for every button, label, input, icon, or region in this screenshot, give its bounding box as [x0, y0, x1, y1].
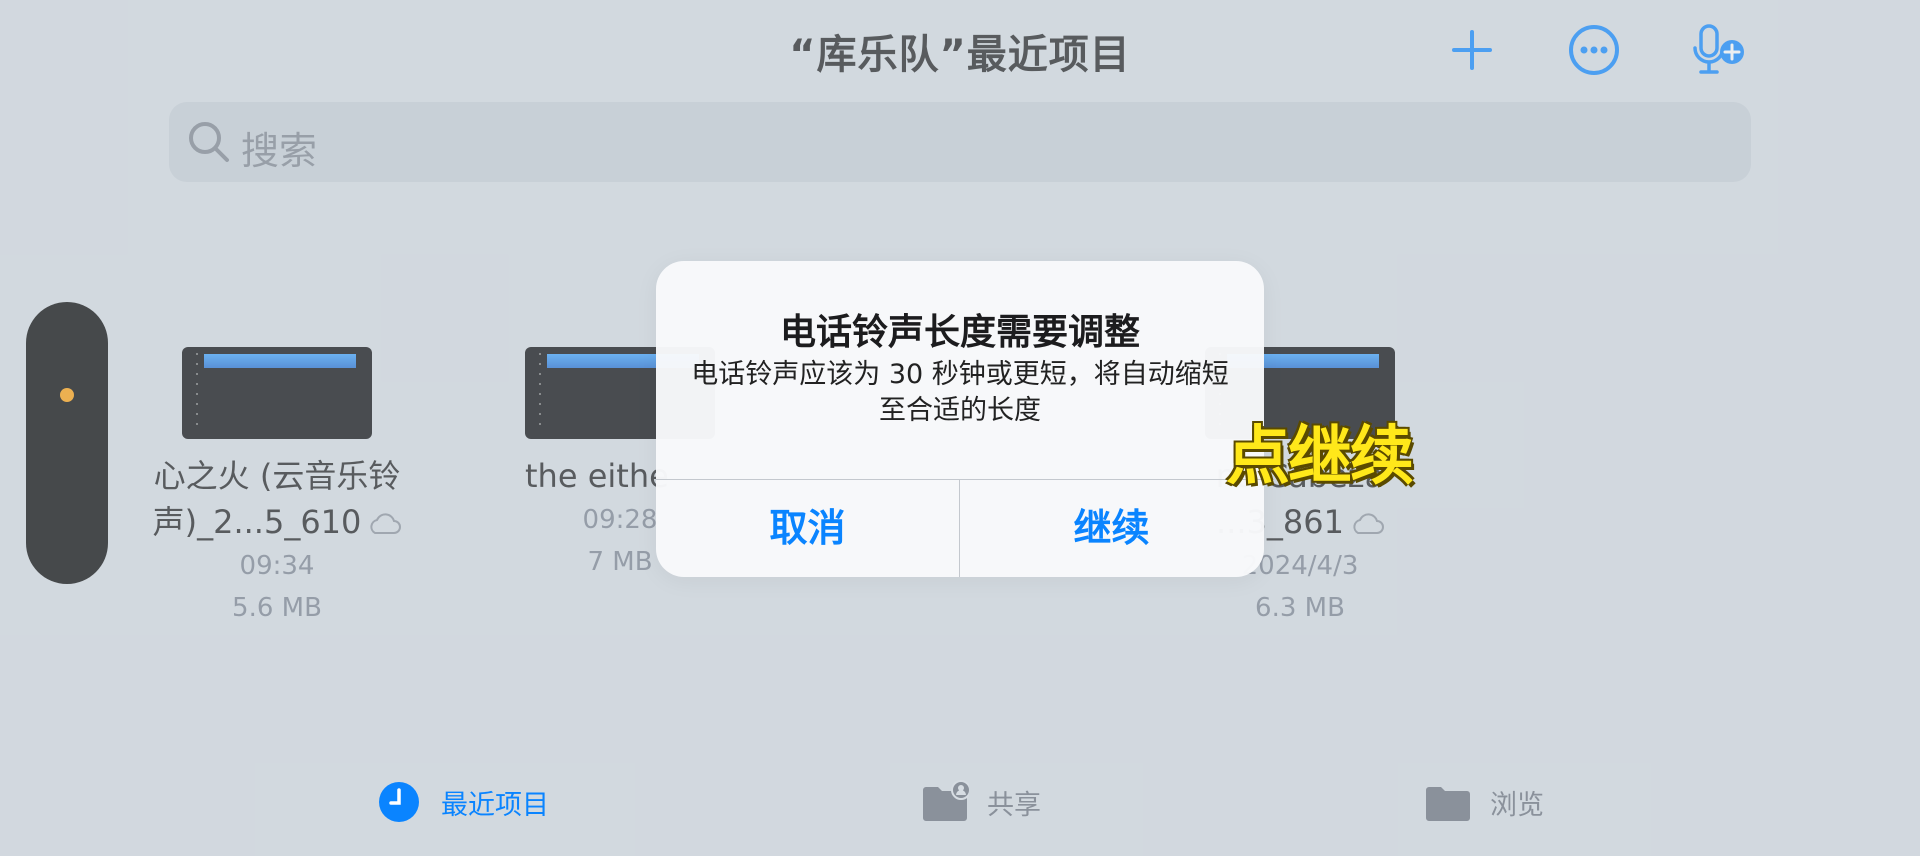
alert-title: 电话铃声长度需要调整: [779, 312, 1140, 353]
alert-dialog: 电话铃声长度需要调整 电话铃声应该为 30 秒钟或更短，将自动缩短至合适的长度 …: [656, 261, 1264, 577]
tab-browse[interactable]: 浏览: [1424, 778, 1544, 826]
tab-label: 最近项目: [441, 789, 549, 821]
annotation-caption: 点继续: [1226, 420, 1414, 494]
cancel-button[interactable]: 取消: [656, 480, 959, 577]
tab-label: 共享: [987, 789, 1041, 821]
tab-shared[interactable]: 共享: [921, 778, 1041, 826]
clock-icon: [379, 782, 419, 822]
shared-folder-icon: [923, 780, 969, 821]
alert-message: 电话铃声应该为 30 秒钟或更短，将自动缩短至合适的长度: [691, 359, 1229, 426]
tab-label: 浏览: [1490, 789, 1544, 821]
folder-icon: [1426, 787, 1470, 821]
continue-button[interactable]: 继续: [960, 480, 1263, 577]
tab-recent[interactable]: 最近项目: [375, 778, 549, 826]
